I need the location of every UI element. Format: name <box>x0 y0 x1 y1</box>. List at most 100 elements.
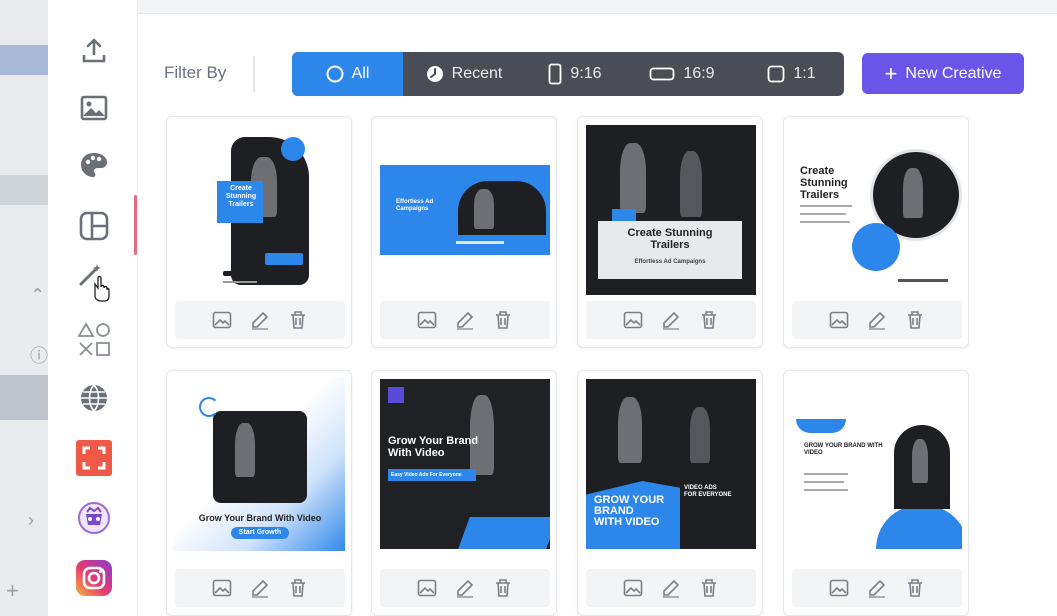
creative-card[interactable]: Create Stunning Trailers <box>783 116 969 348</box>
trash-icon[interactable] <box>903 308 927 332</box>
creative-thumbnail[interactable]: Grow Your Brand With Video Start Growth <box>173 377 345 551</box>
creative-card[interactable]: GROW YOUR BRAND WITH VIDEO VIDEO ADS FOR… <box>577 370 763 616</box>
creative-card[interactable]: Create Stunning Trailers Effortless Ad C… <box>577 116 763 348</box>
card-title: Trailers <box>800 189 840 201</box>
filter-9-16-button[interactable]: 9:16 <box>525 52 625 96</box>
card-title: With Video <box>388 447 445 459</box>
creative-card[interactable]: Grow Your Brand With Video Easy Video Ad… <box>371 370 557 616</box>
edit-icon[interactable] <box>248 576 272 600</box>
image-icon[interactable] <box>621 576 645 600</box>
filter-16-9-label: 16:9 <box>683 65 715 82</box>
card-title: Grow Your Brand <box>388 435 479 447</box>
creative-thumbnail[interactable]: GROW YOUR BRAND WITH VIDEO VIDEO ADS FOR… <box>584 377 756 551</box>
image-icon[interactable] <box>210 576 234 600</box>
edit-icon[interactable] <box>865 308 889 332</box>
card-title: Stunning <box>225 193 257 200</box>
card-actions <box>586 301 756 339</box>
badge-app-icon[interactable] <box>76 500 112 536</box>
card-title: WITH VIDEO <box>594 516 660 528</box>
image-icon[interactable] <box>210 308 234 332</box>
filter-1-1-button[interactable]: 1:1 <box>739 52 844 96</box>
instagram-icon[interactable] <box>76 560 112 596</box>
image-icon[interactable] <box>76 90 112 126</box>
card-actions <box>175 301 345 339</box>
upload-icon[interactable] <box>76 33 112 69</box>
creative-thumbnail[interactable]: GROW YOUR BRAND WITH VIDEO <box>790 377 962 551</box>
globe-icon[interactable] <box>76 380 112 416</box>
outer-sidebar-row <box>0 175 48 205</box>
card-title: Campaigns <box>396 206 429 212</box>
creative-thumbnail[interactable]: Effortless Ad Campaigns <box>378 123 550 297</box>
card-subtitle: Easy Video Ads For Everyone <box>391 472 462 478</box>
edit-icon[interactable] <box>865 576 889 600</box>
image-icon[interactable] <box>415 576 439 600</box>
info-icon: ⓘ <box>30 346 48 366</box>
tool-rail <box>48 0 138 616</box>
trash-icon[interactable] <box>491 576 515 600</box>
trash-icon[interactable] <box>697 308 721 332</box>
card-actions <box>380 301 550 339</box>
card-actions <box>380 569 550 607</box>
edit-icon[interactable] <box>453 308 477 332</box>
image-icon[interactable] <box>827 308 851 332</box>
creative-thumbnail[interactable]: Create Stunning Trailers <box>790 123 962 297</box>
edit-icon[interactable] <box>453 576 477 600</box>
card-title: Trailers <box>228 201 254 208</box>
plus-icon: + <box>884 60 898 86</box>
trash-icon[interactable] <box>903 576 927 600</box>
image-icon[interactable] <box>621 308 645 332</box>
card-title: Effortless Ad <box>396 199 434 205</box>
card-title: Grow Your Brand With Video <box>198 513 322 523</box>
card-title: Create <box>230 185 252 192</box>
creative-card[interactable]: GROW YOUR BRAND WITH VIDEO <box>783 370 969 616</box>
plus-icon[interactable]: + <box>6 578 19 604</box>
image-icon[interactable] <box>827 576 851 600</box>
edit-icon[interactable] <box>248 308 272 332</box>
layout-icon[interactable] <box>76 208 112 244</box>
palette-icon[interactable] <box>76 147 112 183</box>
creative-card[interactable]: Effortless Ad Campaigns <box>371 116 557 348</box>
filter-all-label: All <box>351 65 370 82</box>
card-title: GROW YOUR BRAND WITH <box>804 443 883 449</box>
edit-icon[interactable] <box>659 576 683 600</box>
card-subtitle: Effortless Ad Campaigns <box>634 259 706 265</box>
trash-icon[interactable] <box>286 308 310 332</box>
card-cta: Start Growth <box>238 529 282 536</box>
new-creative-button[interactable]: + New Creative <box>862 53 1024 94</box>
filter-divider <box>253 56 255 92</box>
magic-wand-icon[interactable] <box>76 264 112 302</box>
trash-icon[interactable] <box>286 576 310 600</box>
new-creative-label: New Creative <box>905 64 1002 82</box>
chevron-right-icon[interactable]: › <box>28 510 34 531</box>
filter-segmented-control: All Recent 9:16 16:9 1:1 <box>292 52 844 96</box>
clock-icon <box>426 66 443 82</box>
creative-card[interactable]: Create Stunning Trailers <box>166 116 352 348</box>
filter-all-button[interactable]: All <box>292 52 403 96</box>
card-subtitle: FOR EVERYONE <box>684 492 732 498</box>
card-title: Stunning <box>800 177 848 189</box>
filter-16-9-button[interactable]: 16:9 <box>625 52 739 96</box>
card-title: Create <box>800 165 835 177</box>
edit-icon[interactable] <box>659 308 683 332</box>
creative-thumbnail[interactable]: Create Stunning Trailers <box>173 123 345 297</box>
shapes-icon[interactable] <box>76 322 112 358</box>
image-icon[interactable] <box>415 308 439 332</box>
filter-1-1-label: 1:1 <box>793 65 816 82</box>
filter-recent-button[interactable]: Recent <box>403 52 525 96</box>
trash-icon[interactable] <box>697 576 721 600</box>
crop-app-icon[interactable] <box>76 440 112 476</box>
creative-card[interactable]: Grow Your Brand With Video Start Growth <box>166 370 352 616</box>
card-title: Create Stunning <box>627 227 713 239</box>
square-rect-icon <box>767 65 785 83</box>
card-actions <box>175 569 345 607</box>
creative-thumbnail[interactable]: Create Stunning Trailers Effortless Ad C… <box>584 123 756 297</box>
card-actions <box>792 301 962 339</box>
filter-by-label: Filter By <box>164 63 227 82</box>
chevron-up-icon[interactable]: ⌃ <box>30 285 45 306</box>
card-title: VIDEO <box>804 450 823 456</box>
landscape-rect-icon <box>650 67 675 81</box>
outer-sidebar-row <box>0 375 48 420</box>
filter-recent-label: Recent <box>451 65 503 82</box>
creative-thumbnail[interactable]: Grow Your Brand With Video Easy Video Ad… <box>378 377 550 551</box>
trash-icon[interactable] <box>491 308 515 332</box>
